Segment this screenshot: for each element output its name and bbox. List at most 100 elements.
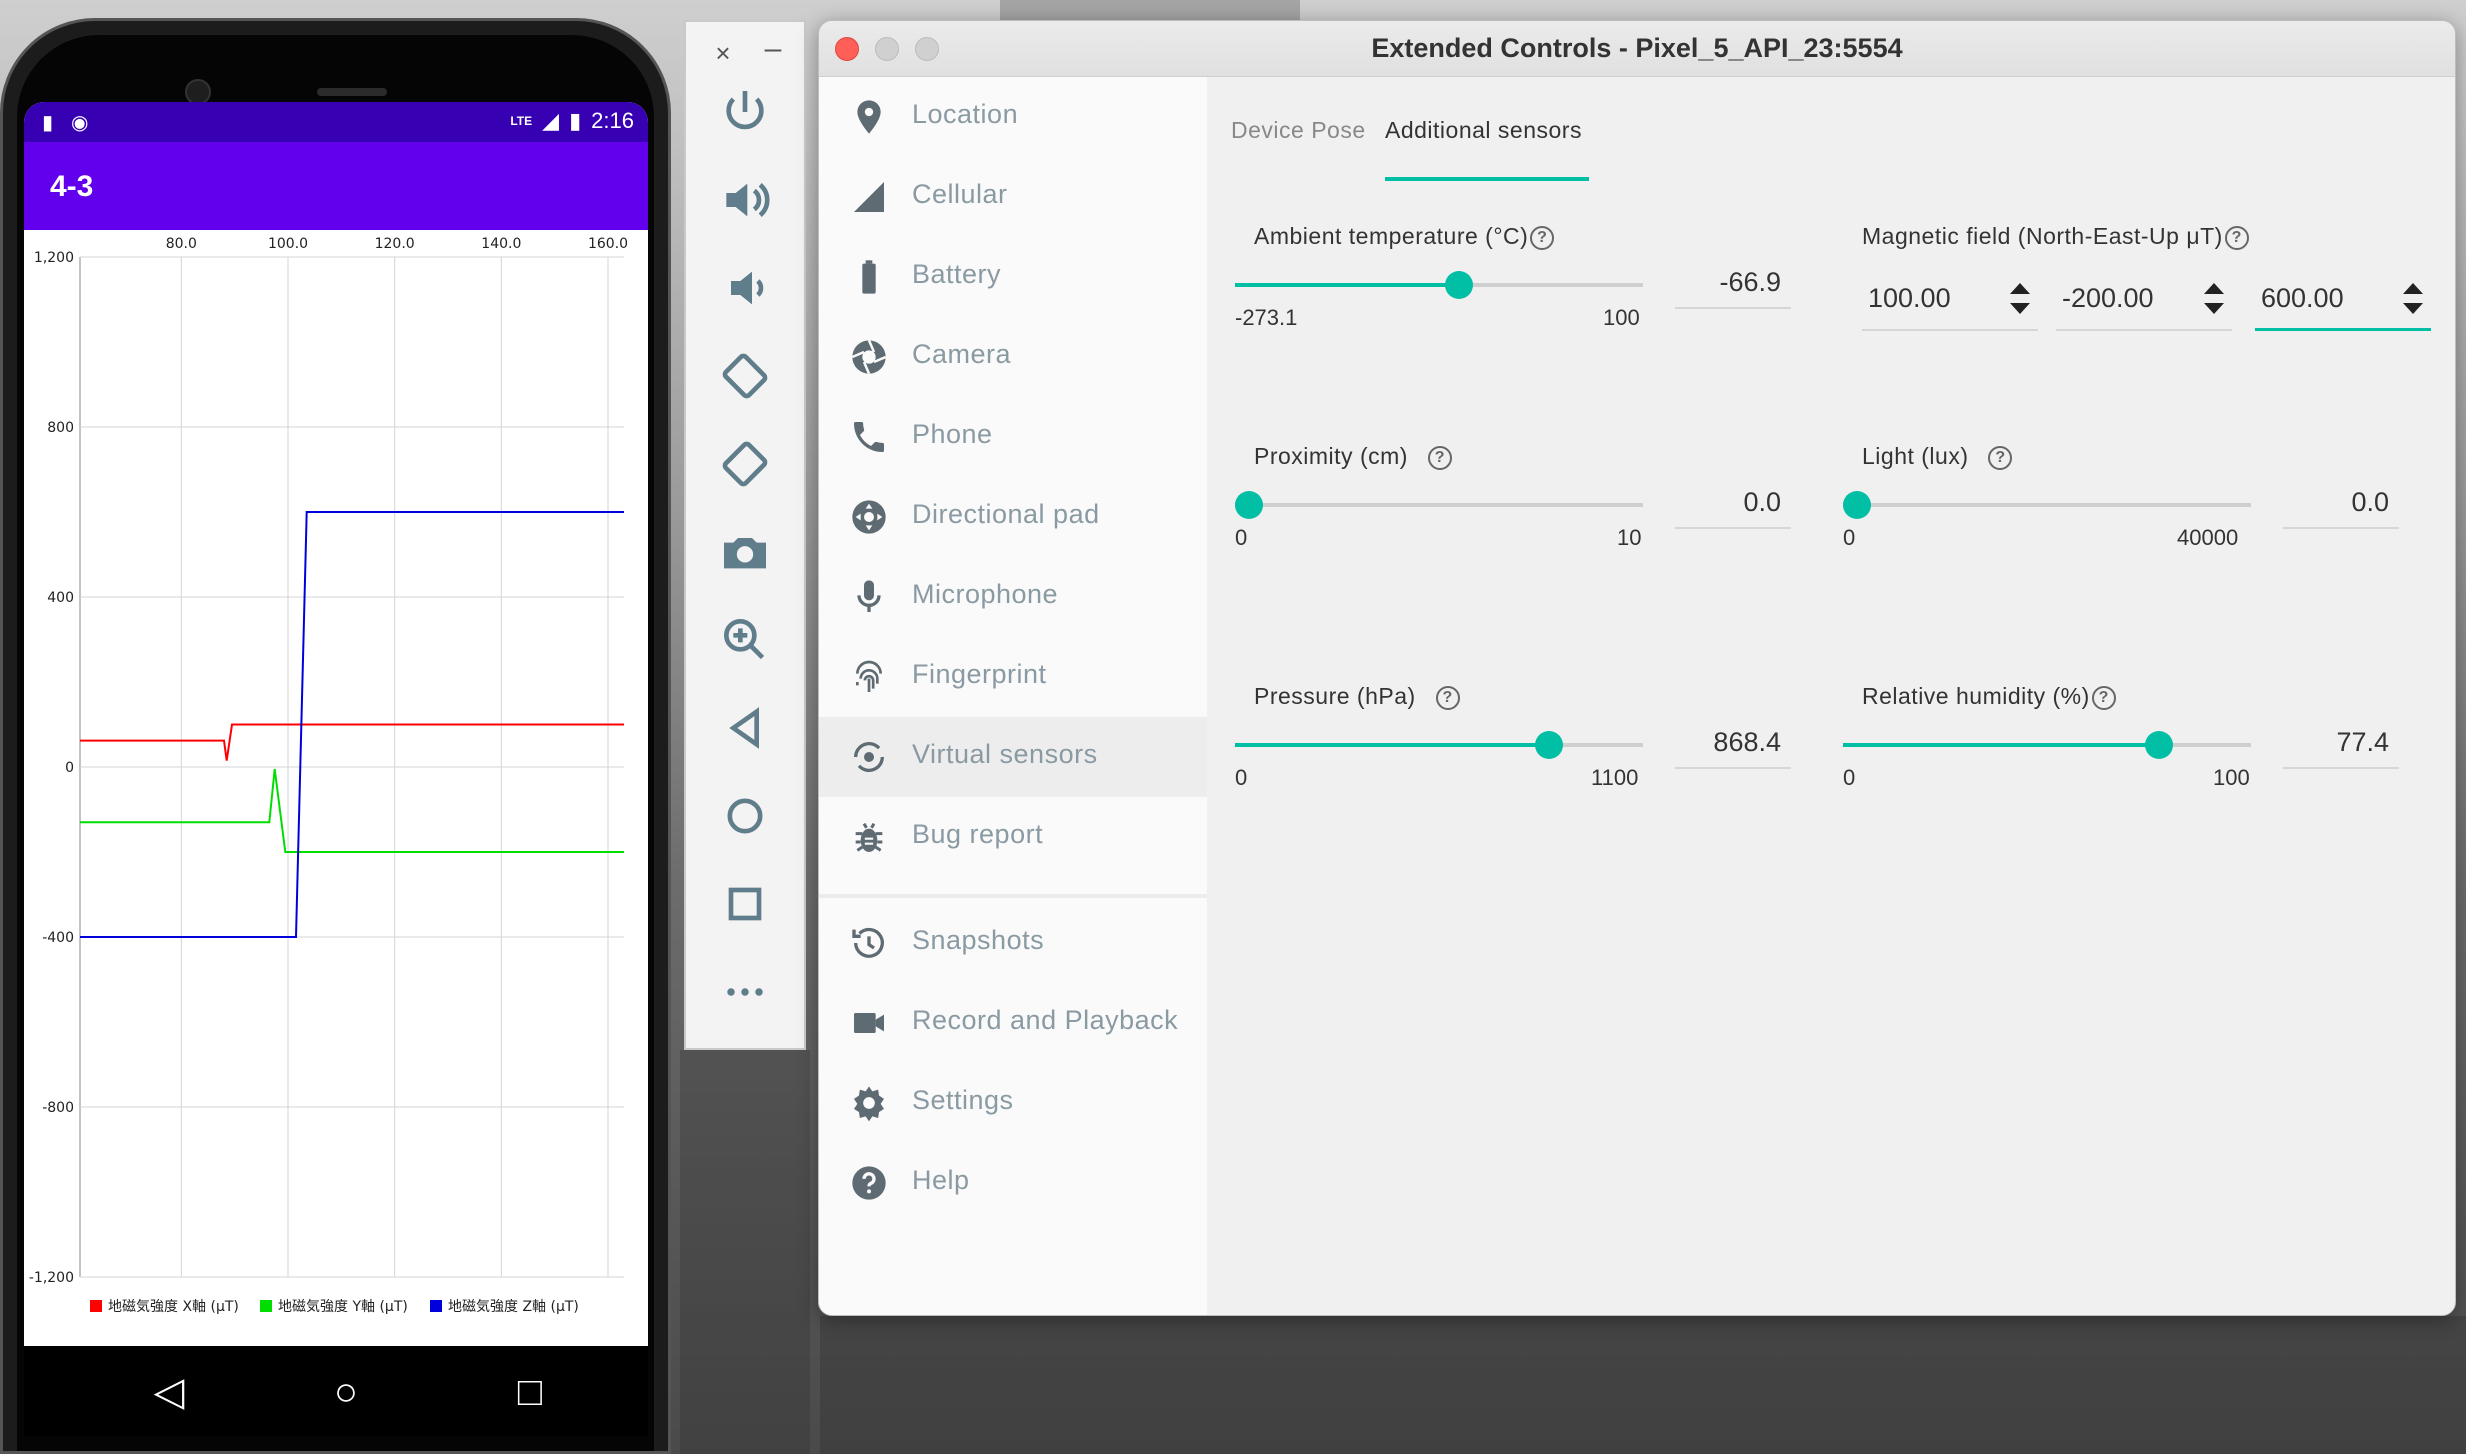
sidebar-item-battery[interactable]: Battery <box>819 237 1207 317</box>
pressure-min: 0 <box>1235 765 1248 790</box>
phone-screen[interactable]: ▮ ◉ LTE ◢ ▮ 2:16 4-3 1,200 800 400 0 -400 -80… <box>24 102 648 1346</box>
humidity-min: 0 <box>1843 765 1856 790</box>
sidebar-item-help[interactable]: Help <box>819 1143 1207 1223</box>
light-label: Light (lux)? <box>1862 443 2013 470</box>
magnetic-field-y-input[interactable]: -200.00 <box>2056 271 2232 331</box>
sidebar-item-phone[interactable]: Phone <box>819 397 1207 477</box>
status-bar: ▮ ◉ LTE ◢ ▮ 2:16 <box>24 102 648 142</box>
help-icon[interactable]: ? <box>2091 685 2116 710</box>
magnetic-field-z-stepper[interactable] <box>2403 281 2425 321</box>
sidebar-item-label: Record and Playback <box>912 1005 1179 1035</box>
ambient-temperature-min: -273.1 <box>1235 305 1298 330</box>
home-icon[interactable] <box>717 788 773 844</box>
proximity-slider-track[interactable] <box>1235 503 1643 507</box>
chart-series-line-1 <box>80 723 624 761</box>
pressure-slider-thumb[interactable] <box>1535 731 1563 759</box>
sidebar-item-record-playback[interactable]: Record and Playback <box>819 983 1207 1063</box>
ambient-temperature-max: 100 <box>1603 305 1640 330</box>
gear-icon <box>849 1083 889 1123</box>
battery-icon <box>849 257 889 297</box>
proximity-label-text: Proximity (cm) <box>1254 443 1408 469</box>
sidebar-item-cellular[interactable]: Cellular <box>819 157 1207 237</box>
help-icon[interactable]: ? <box>1530 225 1555 250</box>
magnetic-field-x-stepper[interactable] <box>2010 281 2032 321</box>
humidity-value[interactable]: 77.4 <box>2283 719 2399 769</box>
light-label-text: Light (lux) <box>1862 443 1969 469</box>
chart-legend-swatch-1 <box>90 1300 102 1312</box>
camera-icon[interactable] <box>717 524 773 580</box>
network-type: LTE <box>510 114 533 128</box>
earpiece-speaker <box>317 88 387 96</box>
nav-home-button[interactable]: ○ <box>316 1362 376 1422</box>
android-nav-bar: ◁ ○ □ <box>24 1346 648 1436</box>
back-icon[interactable] <box>717 700 773 756</box>
rotate-left-icon[interactable] <box>717 348 773 404</box>
overview-icon[interactable] <box>717 876 773 932</box>
sidebar-item-label: Settings <box>912 1085 1014 1115</box>
sidebar-item-bug-report[interactable]: Bug report <box>819 797 1207 877</box>
phone-icon <box>849 417 889 457</box>
proximity-min: 0 <box>1235 525 1248 550</box>
magnetic-field-x-input[interactable]: 100.00 <box>1862 271 2038 331</box>
help-icon[interactable]: ? <box>1988 445 2013 470</box>
chart-legend-label-1: 地磁気強度 X軸 (μT) <box>108 1299 239 1315</box>
more-icon[interactable] <box>717 964 773 1020</box>
ambient-temperature-slider-thumb[interactable] <box>1445 271 1473 299</box>
chart-x-tick-label: 120.0 <box>375 236 415 252</box>
help-icon[interactable]: ? <box>1435 685 1460 710</box>
emulator-toolbar: × – <box>684 20 806 1050</box>
volume-up-icon[interactable] <box>717 172 773 228</box>
nav-overview-button[interactable]: □ <box>500 1362 560 1422</box>
sidebar-item-fingerprint[interactable]: Fingerprint <box>819 637 1207 717</box>
sidebar-item-label: Bug report <box>912 819 1044 849</box>
sidebar-item-microphone[interactable]: Microphone <box>819 557 1207 637</box>
dpad-icon <box>849 497 889 537</box>
light-slider-thumb[interactable] <box>1843 491 1871 519</box>
light-slider-track[interactable] <box>1843 503 2251 507</box>
chart-legend-label-3: 地磁気強度 Z軸 (μT) <box>448 1299 579 1315</box>
android-notification-icon: ◉ <box>71 112 89 134</box>
magnetic-field-z-input[interactable]: 600.00 <box>2255 271 2431 331</box>
history-icon <box>849 923 889 963</box>
magnetic-field-chart[interactable]: 1,200 800 400 0 -400 -800 -1,200 80.0 100.0 120.0… <box>24 230 648 1346</box>
proximity-slider-thumb[interactable] <box>1235 491 1263 519</box>
sidebar-item-settings[interactable]: Settings <box>819 1063 1207 1143</box>
ambient-temperature-value[interactable]: -66.9 <box>1675 259 1791 309</box>
sidebar-item-location[interactable]: Location <box>819 77 1207 157</box>
tab-device-pose[interactable]: Device Pose <box>1231 117 1366 144</box>
minimize-emulator-button[interactable]: – <box>758 32 788 66</box>
help-icon[interactable]: ? <box>1427 445 1452 470</box>
close-emulator-button[interactable]: × <box>708 38 738 69</box>
sidebar-item-virtual-sensors[interactable]: Virtual sensors <box>819 717 1207 797</box>
sidebar-item-snapshots[interactable]: Snapshots <box>819 903 1207 983</box>
magnetic-field-y-stepper[interactable] <box>2204 281 2226 321</box>
magnetic-field-y-value: -200.00 <box>2062 283 2154 313</box>
zoom-icon[interactable] <box>717 612 773 668</box>
chart-x-tick-label: 160.0 <box>588 236 628 252</box>
rotate-right-icon[interactable] <box>717 436 773 492</box>
camera-aperture-icon <box>849 337 889 377</box>
sidebar-item-directional-pad[interactable]: Directional pad <box>819 477 1207 557</box>
chart-legend-label-2: 地磁気強度 Y軸 (μT) <box>278 1299 408 1315</box>
help-icon[interactable]: ? <box>2224 225 2249 250</box>
magnetic-field-label-text: Magnetic field (North-East-Up μT) <box>1862 223 2223 249</box>
chart-y-tick-label: 0 <box>65 760 74 776</box>
nav-back-button[interactable]: ◁ <box>139 1362 199 1422</box>
app-title: 4-3 <box>50 170 94 203</box>
proximity-value[interactable]: 0.0 <box>1675 479 1791 529</box>
humidity-slider-thumb[interactable] <box>2145 731 2173 759</box>
extended-controls-window: Extended Controls - Pixel_5_API_23:5554 … <box>818 20 2456 1316</box>
power-icon[interactable] <box>717 84 773 140</box>
sidebar-item-label: Phone <box>912 419 993 449</box>
pressure-value[interactable]: 868.4 <box>1675 719 1791 769</box>
tab-additional-sensors[interactable]: Additional sensors <box>1385 117 1582 144</box>
sidebar-item-label: Help <box>912 1165 970 1195</box>
chart-y-tick-label: 400 <box>47 590 74 606</box>
magnetic-field-z-value: 600.00 <box>2261 283 2344 313</box>
pressure-slider-fill <box>1235 743 1549 747</box>
sidebar-divider <box>819 894 1207 898</box>
sidebar-item-camera[interactable]: Camera <box>819 317 1207 397</box>
signal-icon: ◢ <box>542 108 560 133</box>
volume-down-icon[interactable] <box>717 260 773 316</box>
light-value[interactable]: 0.0 <box>2283 479 2399 529</box>
